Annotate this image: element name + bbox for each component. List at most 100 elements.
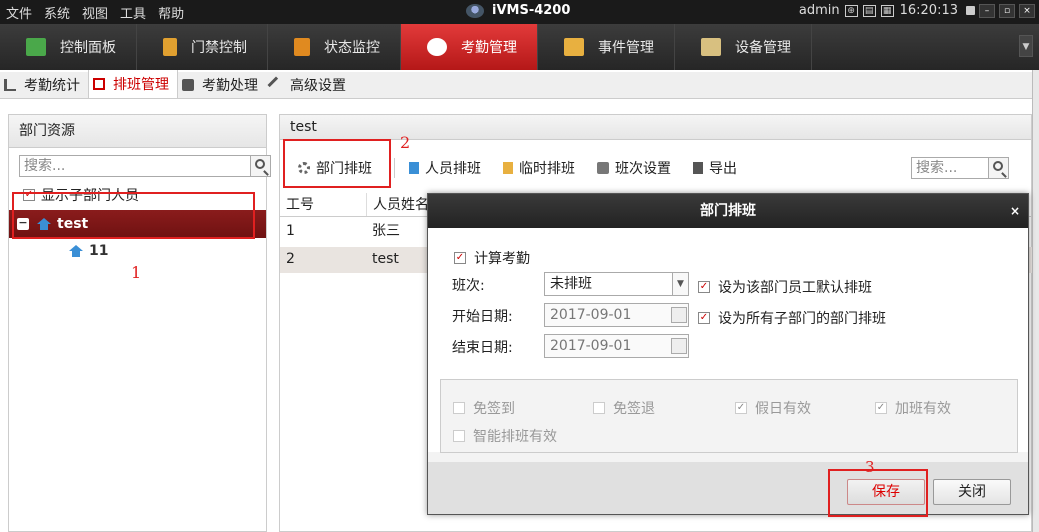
- person-search-input[interactable]: 搜索...: [911, 157, 1009, 179]
- sub-tab-bar: 考勤统计 排班管理 考勤处理 高级设置: [0, 70, 1032, 99]
- department-panel: 部门资源 搜索... ✓ 显示子部门人员 − test 11 1: [8, 114, 271, 532]
- annotation-number-3: 3: [865, 458, 875, 476]
- subtab-attendance-stats[interactable]: 考勤统计: [0, 71, 88, 98]
- close-window-button[interactable]: ×: [1019, 3, 1035, 18]
- chevron-down-icon[interactable]: ▼: [672, 273, 688, 295]
- camera-logo-icon: [466, 3, 484, 18]
- monitor-icon: [294, 38, 310, 56]
- control-panel-icon: [26, 38, 46, 56]
- department-search-button[interactable]: [250, 156, 270, 176]
- attendance-icon: [427, 38, 447, 56]
- person-search-button[interactable]: [988, 158, 1008, 178]
- lock-icon[interactable]: [966, 6, 975, 15]
- column-employee-id[interactable]: 工号: [280, 193, 366, 216]
- tab-attendance[interactable]: 考勤管理: [401, 24, 538, 70]
- all-sub-department-checkbox[interactable]: ✓ 设为所有子部门的部门排班: [698, 308, 886, 328]
- overtime-valid-checkbox[interactable]: ✓ 加班有效: [875, 398, 951, 418]
- minimize-button[interactable]: –: [979, 3, 995, 18]
- search-icon: [993, 161, 1003, 171]
- annotation-box-1: [12, 192, 255, 239]
- status-area: admin ⊕ ▤ ▦ 16:20:13 – ▫ ×: [799, 3, 1035, 18]
- annotation-number-2: 2: [400, 133, 411, 152]
- cell-employee-id: 2: [286, 251, 295, 267]
- temporary-schedule-button[interactable]: 临时排班: [503, 158, 575, 178]
- department-search-input[interactable]: 搜索...: [19, 155, 271, 177]
- module-dropdown-button[interactable]: ▼: [1019, 35, 1033, 57]
- app-title: iVMS-4200: [466, 3, 570, 18]
- title-bar: 文件 系统 视图 工具 帮助 iVMS-4200 admin ⊕ ▤ ▦ 16:…: [0, 0, 1039, 24]
- wrench-icon: [267, 76, 285, 93]
- annotation-number-1: 1: [131, 263, 142, 282]
- menu-file[interactable]: 文件: [6, 3, 32, 22]
- checkbox-checked[interactable]: ✓: [735, 402, 747, 414]
- default-schedule-checkbox[interactable]: ✓ 设为该部门员工默认排班: [698, 277, 872, 297]
- checkbox-checked[interactable]: ✓: [698, 312, 710, 324]
- module-tab-bar: 控制面板 门禁控制 状态监控 考勤管理 事件管理 设备管理 ▼: [0, 24, 1039, 70]
- cpu-icon: ▤: [862, 4, 876, 17]
- export-button[interactable]: 导出: [693, 158, 737, 178]
- end-date-label: 结束日期:: [452, 340, 513, 356]
- tab-status-monitor[interactable]: 状态监控: [268, 24, 401, 70]
- checkbox-checked[interactable]: ✓: [454, 252, 466, 264]
- dialog-close-icon[interactable]: ×: [1010, 194, 1020, 228]
- holiday-valid-checkbox[interactable]: ✓ 假日有效: [735, 398, 811, 418]
- subtab-attendance-handling[interactable]: 考勤处理: [178, 71, 266, 98]
- calendar-icon: [93, 78, 105, 90]
- menu-view[interactable]: 视图: [82, 3, 108, 22]
- calendar-icon[interactable]: [671, 307, 687, 323]
- network-icon: ⊕: [844, 4, 858, 17]
- subtab-advanced-settings[interactable]: 高级设置: [266, 71, 354, 98]
- document-icon: [409, 162, 419, 174]
- ram-icon: ▦: [880, 4, 894, 17]
- shift-label: 班次:: [452, 278, 485, 294]
- cell-employee-id: 1: [286, 223, 295, 239]
- clock: 16:20:13: [899, 3, 958, 18]
- bar-chart-icon: [4, 78, 16, 91]
- handling-icon: [182, 78, 194, 91]
- shift-select[interactable]: 未排班 ▼: [544, 272, 689, 296]
- menu-tools[interactable]: 工具: [120, 3, 146, 22]
- tree-node-child[interactable]: 11: [69, 243, 108, 259]
- person-schedule-button[interactable]: 人员排班: [394, 158, 481, 178]
- tab-device-management[interactable]: 设备管理: [675, 24, 812, 70]
- department-panel-title: 部门资源: [9, 115, 266, 148]
- main-menu: 文件 系统 视图 工具 帮助: [0, 3, 196, 22]
- user-name[interactable]: admin: [799, 3, 840, 18]
- checkbox-checked[interactable]: ✓: [698, 281, 710, 293]
- no-checkin-checkbox[interactable]: 免签到: [453, 398, 515, 418]
- start-date-label: 开始日期:: [452, 309, 513, 325]
- menu-system[interactable]: 系统: [44, 3, 70, 22]
- schedule-toolbar: 部门排班 人员排班 临时排班 班次设置 导出 搜索...: [280, 155, 1033, 181]
- department-schedule-dialog: 部门排班 × ✓ 计算考勤 班次: 未排班 ▼ ✓ 设为该部门员工默认排班 开始…: [427, 193, 1029, 517]
- shift-settings-icon: [597, 162, 609, 174]
- tab-control-panel[interactable]: 控制面板: [0, 24, 137, 70]
- attendance-options-group: 免签到 免签退 ✓ 假日有效 ✓ 加班有效 智能排班有效: [440, 379, 1018, 453]
- menu-help[interactable]: 帮助: [158, 3, 184, 22]
- door-icon: [163, 38, 177, 56]
- checkbox-unchecked[interactable]: [453, 430, 465, 442]
- device-icon: [701, 38, 721, 56]
- close-button[interactable]: 关闭: [933, 479, 1011, 505]
- smart-schedule-checkbox[interactable]: 智能排班有效: [453, 426, 557, 446]
- end-date-field[interactable]: 2017-09-01: [544, 334, 689, 358]
- search-icon: [255, 159, 265, 169]
- subtab-shift-management[interactable]: 排班管理: [88, 70, 178, 98]
- calculate-attendance-checkbox[interactable]: ✓ 计算考勤: [454, 248, 530, 268]
- maximize-button[interactable]: ▫: [999, 3, 1015, 18]
- dialog-title-bar: 部门排班 ×: [428, 194, 1028, 228]
- checkbox-checked[interactable]: ✓: [875, 402, 887, 414]
- no-checkout-checkbox[interactable]: 免签退: [593, 398, 655, 418]
- export-icon: [693, 162, 703, 174]
- checkbox-unchecked[interactable]: [453, 402, 465, 414]
- start-date-field[interactable]: 2017-09-01: [544, 303, 689, 327]
- tab-event-management[interactable]: 事件管理: [538, 24, 675, 70]
- right-edge-scrollbar[interactable]: [1032, 70, 1039, 532]
- annotation-box-3: [828, 469, 928, 517]
- checkbox-unchecked[interactable]: [593, 402, 605, 414]
- schedule-panel-title: test: [280, 115, 1031, 140]
- shift-settings-button[interactable]: 班次设置: [597, 158, 671, 178]
- tab-access-control[interactable]: 门禁控制: [137, 24, 268, 70]
- event-icon: [564, 38, 584, 56]
- calendar-icon[interactable]: [671, 338, 687, 354]
- annotation-box-2: [283, 139, 391, 188]
